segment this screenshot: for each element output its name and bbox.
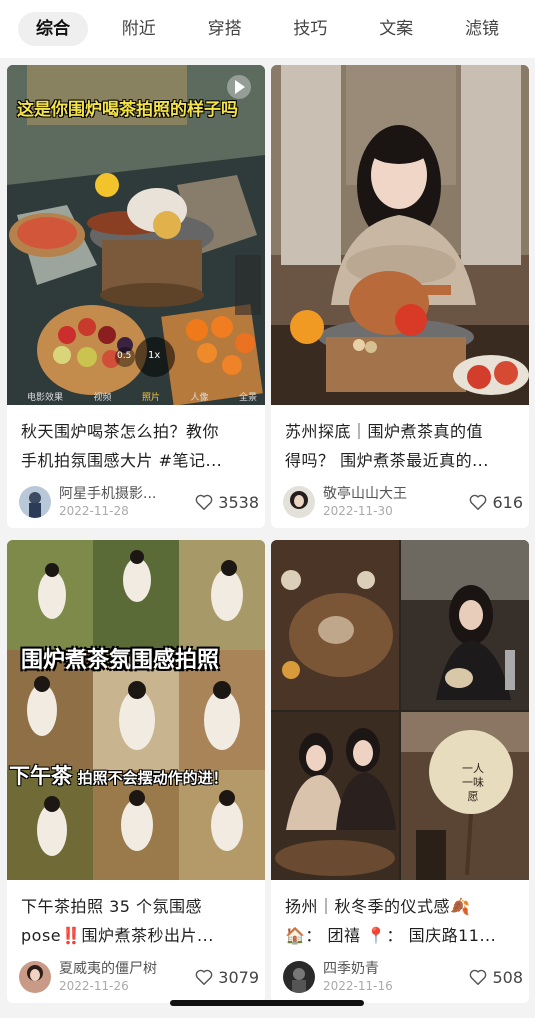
author-name[interactable]: 夏威夷的僵尸树	[59, 960, 195, 978]
overlay-highlight: 下午茶	[9, 764, 72, 788]
note-card[interactable]: 这是你围炉喝茶拍照的样子吗 0.5 1x 电影效果 视频 照片 人像 全景 秋天…	[7, 65, 265, 528]
fan-text-line: 愿	[467, 790, 479, 803]
like-button[interactable]: 616	[469, 493, 523, 512]
camera-mode-bar: 电影效果 视频 照片 人像 全景	[27, 390, 257, 403]
camera-mode: 电影效果	[27, 393, 64, 403]
avatar[interactable]	[283, 486, 315, 518]
heart-icon	[195, 969, 213, 985]
title-line: 扬州｜秋冬季的仪式感🍂	[285, 897, 471, 916]
note-card[interactable]: 苏州探底｜围炉煮茶真的值 得吗？ 围炉煮茶最近真的... 敬亭山山大王 2022…	[271, 65, 529, 528]
cover-overlay-title: 这是你围炉喝茶拍照的样子吗	[17, 100, 238, 120]
home-indicator[interactable]	[170, 1000, 364, 1006]
post-date: 2022-11-26	[59, 979, 129, 993]
camera-mode: 视频	[93, 393, 112, 403]
note-meta: 四季奶青 2022-11-16 508	[283, 960, 523, 994]
tab-comprehensive[interactable]: 综合	[18, 12, 88, 46]
cover-overlay-title: 围炉煮茶氛围感拍照	[21, 648, 220, 673]
note-cover-image[interactable]: 一人 一味 愿	[271, 540, 529, 880]
tab-outfit[interactable]: 穿搭	[190, 12, 260, 46]
title-line: 得吗？ 围炉煮茶最近真的...	[285, 451, 489, 470]
author-block: 夏威夷的僵尸树 2022-11-26	[59, 960, 195, 994]
heart-icon	[470, 494, 487, 510]
overlay-text: 拍照不会摆动作的进！	[77, 769, 228, 787]
note-card[interactable]: 围炉煮茶氛围感拍照 下午茶 拍照不会摆动作的进！ 下午茶拍照 35 个氛围感 p…	[7, 540, 265, 1003]
tab-tips[interactable]: 技巧	[275, 12, 345, 46]
avatar[interactable]	[19, 486, 51, 518]
camera-mode: 照片	[141, 393, 160, 403]
zoom-half-label: 0.5	[117, 351, 132, 361]
like-count: 616	[492, 492, 523, 512]
note-cover-image[interactable]	[271, 65, 529, 405]
like-count: 3079	[218, 967, 259, 987]
note-meta: 阿星手机摄影... 2022-11-28 3538	[19, 485, 259, 519]
like-count: 508	[492, 967, 523, 987]
like-button[interactable]: 3538	[195, 493, 259, 512]
note-meta: 敬亭山山大王 2022-11-30 616	[283, 485, 523, 519]
author-block: 阿星手机摄影... 2022-11-28	[59, 485, 195, 519]
title-line: 苏州探底｜围炉煮茶真的值	[285, 422, 484, 441]
avatar[interactable]	[283, 961, 315, 993]
title-line: 下午茶拍照 35 个氛围感	[21, 897, 203, 916]
title-line: 🏠： 团禧 📍： 国庆路11...	[285, 926, 497, 945]
author-name[interactable]: 四季奶青	[323, 960, 469, 978]
tab-copywriting[interactable]: 文案	[361, 12, 431, 46]
title-line: 手机拍氛围感大片 #笔记...	[21, 451, 223, 470]
author-name[interactable]: 阿星手机摄影...	[59, 485, 195, 503]
note-meta: 夏威夷的僵尸树 2022-11-26 3079	[19, 960, 259, 994]
post-date: 2022-11-16	[323, 979, 393, 993]
zoom-one-label: 1x	[148, 350, 161, 361]
fan-calligraphy: 一人 一味 愿	[451, 762, 495, 804]
like-button[interactable]: 508	[469, 968, 523, 987]
note-card[interactable]: 一人 一味 愿 扬州｜秋冬季的仪式感🍂 🏠： 团禧 📍： 国庆路11... 四季…	[271, 540, 529, 1003]
post-date: 2022-11-28	[59, 504, 129, 518]
title-line: 秋天围炉喝茶怎么拍？教你	[21, 422, 220, 441]
note-title[interactable]: 苏州探底｜围炉煮茶真的值 得吗？ 围炉煮茶最近真的...	[285, 417, 517, 475]
cover-overlay-subtitle: 下午茶 拍照不会摆动作的进！	[9, 760, 228, 790]
post-date: 2022-11-30	[323, 504, 393, 518]
tab-nearby[interactable]: 附近	[104, 12, 174, 46]
author-block: 敬亭山山大王 2022-11-30	[323, 485, 469, 519]
author-name[interactable]: 敬亭山山大王	[323, 485, 469, 503]
note-title[interactable]: 扬州｜秋冬季的仪式感🍂 🏠： 团禧 📍： 国庆路11...	[285, 892, 517, 950]
heart-icon	[470, 969, 487, 985]
tab-filter[interactable]: 滤镜	[447, 12, 517, 46]
author-block: 四季奶青 2022-11-16	[323, 960, 469, 994]
camera-mode: 全景	[238, 393, 257, 403]
note-title[interactable]: 秋天围炉喝茶怎么拍？教你 手机拍氛围感大片 #笔记...	[21, 417, 253, 475]
fan-text-line: 一味	[462, 776, 484, 789]
heart-icon	[195, 494, 213, 510]
camera-mode: 人像	[190, 393, 209, 403]
note-cover-image[interactable]: 这是你围炉喝茶拍照的样子吗 0.5 1x 电影效果 视频 照片 人像 全景	[7, 65, 265, 405]
category-tabs: 综合 附近 穿搭 技巧 文案 滤镜	[0, 0, 535, 58]
like-count: 3538	[218, 492, 259, 512]
fan-text-line: 一人	[462, 762, 484, 775]
avatar[interactable]	[19, 961, 51, 993]
note-title[interactable]: 下午茶拍照 35 个氛围感 pose‼️围炉煮茶秒出片...	[21, 892, 253, 950]
like-button[interactable]: 3079	[195, 968, 259, 987]
title-line: pose‼️围炉煮茶秒出片...	[21, 926, 214, 945]
note-cover-image[interactable]: 围炉煮茶氛围感拍照 下午茶 拍照不会摆动作的进！	[7, 540, 265, 880]
